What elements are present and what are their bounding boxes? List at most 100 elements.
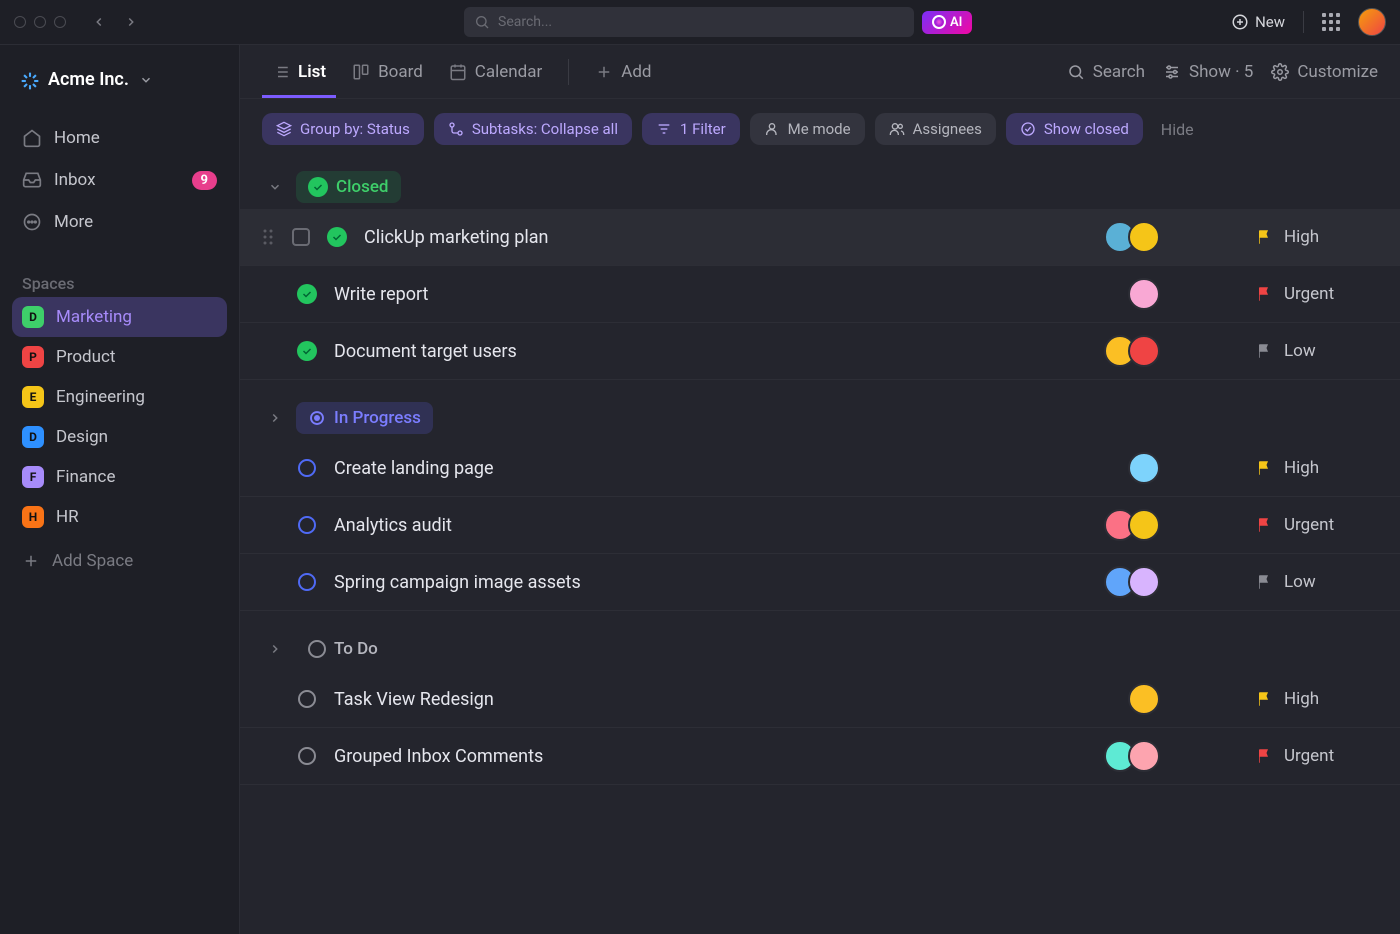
assignee-avatar[interactable] — [1128, 452, 1160, 484]
traffic-minimize[interactable] — [34, 16, 46, 28]
tab-list-label: List — [298, 62, 326, 82]
ai-icon — [932, 15, 946, 29]
ai-label: AI — [950, 15, 962, 30]
task-name: Grouped Inbox Comments — [334, 746, 1088, 767]
group-header[interactable]: In Progress — [240, 396, 1400, 440]
task-row[interactable]: Analytics audit Urgent — [240, 497, 1400, 554]
assignee-avatar[interactable] — [1128, 335, 1160, 367]
assignee-avatar[interactable] — [1128, 683, 1160, 715]
add-space-button[interactable]: Add Space — [12, 541, 227, 581]
user-avatar[interactable] — [1358, 8, 1386, 36]
group-by-pill[interactable]: Group by: Status — [262, 113, 424, 145]
priority[interactable]: Low — [1256, 572, 1376, 592]
show-closed-pill[interactable]: Show closed — [1006, 113, 1143, 145]
assignee-avatar[interactable] — [1128, 566, 1160, 598]
status-pill[interactable]: Closed — [296, 171, 401, 203]
nav-home-label: Home — [54, 128, 100, 148]
add-view-label: Add — [621, 62, 651, 82]
status-icon[interactable] — [298, 459, 316, 477]
status-icon[interactable] — [298, 747, 316, 765]
main-content: List Board Calendar Add — [240, 45, 1400, 934]
show-columns-button[interactable]: Show · 5 — [1163, 62, 1253, 82]
priority[interactable]: Urgent — [1256, 284, 1376, 304]
priority[interactable]: High — [1256, 227, 1376, 247]
priority[interactable]: Urgent — [1256, 515, 1376, 535]
customize-button[interactable]: Customize — [1271, 62, 1378, 82]
forward-button[interactable] — [118, 9, 144, 35]
task-name: Spring campaign image assets — [334, 572, 1088, 593]
status-icon[interactable] — [298, 516, 316, 534]
flag-icon — [1256, 342, 1274, 360]
status-icon[interactable] — [297, 284, 317, 304]
flag-icon — [1256, 690, 1274, 708]
priority-label: Low — [1284, 341, 1316, 361]
task-row[interactable]: Document target users Low — [240, 323, 1400, 380]
priority[interactable]: Low — [1256, 341, 1376, 361]
apps-icon[interactable] — [1322, 13, 1340, 31]
priority[interactable]: Urgent — [1256, 746, 1376, 766]
back-button[interactable] — [86, 9, 112, 35]
space-item-design[interactable]: DDesign — [12, 417, 227, 457]
assignees-pill[interactable]: Assignees — [875, 113, 996, 145]
task-row[interactable]: Grouped Inbox Comments Urgent — [240, 728, 1400, 785]
status-icon[interactable] — [297, 341, 317, 361]
nav-home[interactable]: Home — [12, 118, 227, 158]
space-item-marketing[interactable]: DMarketing — [12, 297, 227, 337]
assignee-avatar[interactable] — [1128, 509, 1160, 541]
task-row[interactable]: ClickUp marketing plan High — [240, 209, 1400, 266]
priority[interactable]: High — [1256, 458, 1376, 478]
spaces-label: Spaces — [12, 274, 227, 293]
group-header[interactable]: Closed — [240, 165, 1400, 209]
nav-more[interactable]: More — [12, 202, 227, 242]
space-name: HR — [56, 507, 79, 527]
workspace-switcher[interactable]: Acme Inc. — [12, 63, 227, 96]
task-row[interactable]: Task View Redesign High — [240, 671, 1400, 728]
ai-button[interactable]: AI — [922, 11, 972, 34]
view-search-button[interactable]: Search — [1067, 62, 1145, 82]
hide-filters-button[interactable]: Hide — [1161, 120, 1194, 139]
drag-handle[interactable] — [262, 228, 276, 246]
more-icon — [22, 212, 42, 232]
view-search-label: Search — [1093, 62, 1145, 82]
in-progress-icon — [308, 409, 326, 427]
add-view-button[interactable]: Add — [585, 45, 661, 98]
assignee-avatar[interactable] — [1128, 221, 1160, 253]
priority[interactable]: High — [1256, 689, 1376, 709]
priority-label: Urgent — [1284, 284, 1334, 304]
status-pill[interactable]: In Progress — [296, 402, 433, 434]
space-item-engineering[interactable]: EEngineering — [12, 377, 227, 417]
task-row[interactable]: Write report Urgent — [240, 266, 1400, 323]
group-toggle[interactable] — [264, 180, 286, 194]
space-item-hr[interactable]: HHR — [12, 497, 227, 537]
space-item-finance[interactable]: FFinance — [12, 457, 227, 497]
status-icon[interactable] — [298, 690, 316, 708]
task-row[interactable]: Spring campaign image assets Low — [240, 554, 1400, 611]
tab-calendar[interactable]: Calendar — [439, 45, 552, 98]
space-name: Design — [56, 427, 108, 447]
sidebar: Acme Inc. Home Inbox 9 More Spaces — [0, 45, 240, 934]
task-checkbox[interactable] — [292, 228, 310, 246]
me-mode-pill[interactable]: Me mode — [750, 113, 865, 145]
group-toggle[interactable] — [264, 642, 286, 656]
group-toggle[interactable] — [264, 411, 286, 425]
new-button[interactable]: New — [1231, 13, 1285, 31]
filter-pill[interactable]: 1 Filter — [642, 113, 740, 145]
subtasks-pill[interactable]: Subtasks: Collapse all — [434, 113, 632, 145]
sliders-icon — [1163, 63, 1181, 81]
status-pill[interactable]: To Do — [296, 633, 390, 665]
nav-inbox[interactable]: Inbox 9 — [12, 160, 227, 200]
status-icon[interactable] — [298, 573, 316, 591]
space-item-product[interactable]: PProduct — [12, 337, 227, 377]
assignee-avatar[interactable] — [1128, 278, 1160, 310]
traffic-lights — [14, 16, 66, 28]
global-search-input[interactable] — [464, 7, 914, 37]
assignees — [1104, 509, 1160, 541]
tab-board[interactable]: Board — [342, 45, 433, 98]
traffic-close[interactable] — [14, 16, 26, 28]
group-header[interactable]: To Do — [240, 627, 1400, 671]
status-icon[interactable] — [327, 227, 347, 247]
task-row[interactable]: Create landing page High — [240, 440, 1400, 497]
assignee-avatar[interactable] — [1128, 740, 1160, 772]
traffic-maximize[interactable] — [54, 16, 66, 28]
tab-list[interactable]: List — [262, 45, 336, 98]
